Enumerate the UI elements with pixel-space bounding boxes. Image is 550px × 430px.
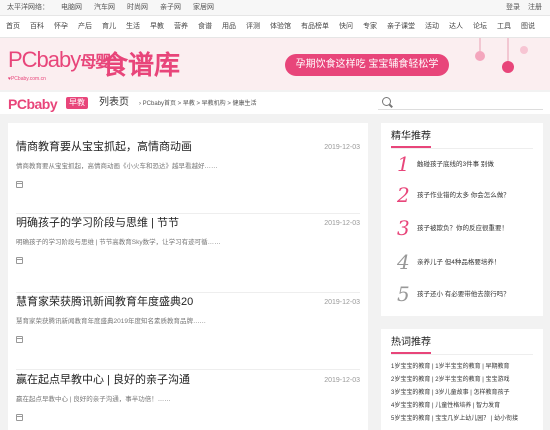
nav-item[interactable]: 评测 — [246, 22, 260, 32]
hot-words-row[interactable]: 4岁宝宝的教育 | 儿童性格培养 | 智力发育 — [391, 402, 500, 411]
article-date: 2019-12-03 — [324, 377, 360, 384]
nav-item[interactable]: 工具 — [497, 22, 511, 32]
nav-item[interactable]: 产后 — [78, 22, 92, 32]
nav-item[interactable]: 论坛 — [473, 22, 487, 32]
page-title: 列表页 — [99, 97, 129, 108]
recommend-item-text[interactable]: 触碰孩子底线的3件事 别做 — [417, 160, 494, 169]
recommend-item-text[interactable]: 孩子被欺负？你的反应很重要！ — [417, 224, 508, 233]
list-item[interactable]: 明确孩子的学习阶段与思维 | 节节 2019-12-03 明确孩子的学习阶段与思… — [16, 216, 360, 293]
nav-item[interactable]: 食谱 — [198, 22, 212, 32]
nav-item[interactable]: 早教 — [150, 22, 164, 32]
banner[interactable]: PCbaby母婴 ♥PCbaby.com.cn 食谱库 孕期饮食这样吃 宝宝辅食… — [0, 38, 550, 90]
main-nav: 首页 百科 怀孕 产后 育儿 生活 早教 营养 食谱 用品 评测 体验馆 有品榜单 快问 专家 亲子课堂 活动达… — [0, 16, 550, 38]
list-item[interactable]: 赢在起点早教中心 | 良好的亲子沟通 2019-12-03 赢在起点早教中心 |… — [16, 373, 360, 430]
banner-title: 食谱库 — [102, 51, 181, 81]
breadcrumb[interactable]: › PCbaby首页 > 早教 > 早教机构 > 健康生活 — [139, 100, 257, 108]
calendar-icon — [16, 336, 23, 343]
list-item[interactable]: 慧育家荣获腾讯新闻教育年度盛典20 2019-12-03 慧育家荣获腾讯新闻教育… — [16, 295, 360, 370]
banner-slogan: 孕期饮食这样吃 宝宝辅食轻松学 — [285, 54, 449, 76]
rank-number: 3 — [397, 216, 410, 240]
recommend-title: 精华推荐 — [391, 131, 431, 148]
calendar-icon — [16, 181, 23, 188]
nav-item[interactable]: 有品榜单 — [301, 22, 329, 32]
recommend-item[interactable]: 1 触碰孩子底线的3件事 别做 — [397, 153, 537, 179]
login-link[interactable]: 登录 — [506, 3, 520, 13]
site-link-parenting[interactable]: 亲子网 — [160, 3, 187, 13]
search-icon[interactable] — [382, 97, 391, 106]
nav-item[interactable]: 育儿 — [102, 22, 116, 32]
site-link-computer[interactable]: 电脑网 — [61, 3, 88, 13]
hot-words-row[interactable]: 5岁宝宝的教育 | 宝宝几岁上幼儿园？ | 幼小衔接 — [391, 415, 518, 424]
article-date: 2019-12-03 — [324, 299, 360, 306]
recommend-item[interactable]: 4 亲养儿子 但4种品格要培养！ — [397, 251, 537, 277]
article-title[interactable]: 情商教育要从宝宝抓起，高情商动画 — [16, 140, 192, 154]
site-link-auto[interactable]: 汽车网 — [94, 3, 121, 13]
article-summary: 明确孩子的学习阶段与思维 | 节节高教育Sky数学，让学习有迹可循…… — [16, 239, 221, 246]
site-link-home[interactable]: 家居网 — [193, 3, 220, 13]
list-item[interactable]: 情商教育要从宝宝抓起，高情商动画 2019-12-03 情商教育要从宝宝抓起，高… — [16, 140, 360, 214]
account-links: 登录 注册 — [506, 3, 542, 13]
nav-items: 首页 百科 怀孕 产后 育儿 生活 早教 营养 食谱 用品 评测 体验馆 有品榜单 快问 专家 亲子课堂 活动达… — [6, 22, 535, 32]
hot-words-row[interactable]: 2岁宝宝的教育 | 2岁半宝宝的教育 | 宝宝游戏 — [391, 376, 509, 385]
calendar-icon — [16, 414, 23, 421]
nav-item[interactable]: 活动 — [425, 22, 439, 32]
article-date: 2019-12-03 — [324, 144, 360, 151]
nav-item[interactable]: 图说 — [521, 22, 535, 32]
search-input[interactable] — [394, 97, 539, 108]
register-link[interactable]: 注册 — [528, 3, 542, 13]
article-summary: 慧育家荣获腾讯新闻教育年度盛典2019年度知名素质教育品牌…… — [16, 318, 206, 325]
hot-words-row[interactable]: 3岁宝宝的教育 | 3岁儿童故事 | 怎样教育孩子 — [391, 389, 509, 398]
nav-item[interactable]: 营养 — [174, 22, 188, 32]
nav-item[interactable]: 百科 — [30, 22, 44, 32]
article-summary: 情商教育要从宝宝抓起，高情商动画《小火车和恐达》越早看越好…… — [16, 163, 218, 170]
divider — [391, 354, 533, 355]
rank-number: 5 — [397, 282, 410, 306]
nav-item[interactable]: 专家 — [363, 22, 377, 32]
nav-item[interactable]: 怀孕 — [54, 22, 68, 32]
site-links: 太平洋网络： 电脑网 汽车网 时尚网 亲子网 家居网 — [7, 3, 226, 13]
site-logo[interactable]: PCbaby — [8, 96, 58, 112]
hot-words-title: 热词推荐 — [391, 337, 431, 354]
nav-item[interactable]: 首页 — [6, 22, 20, 32]
hot-words-row[interactable]: 1岁宝宝的教育 | 1岁半宝宝的教育 | 早期教育 — [391, 363, 509, 372]
article-summary: 赢在起点早教中心 | 良好的亲子沟通，事半功倍！…… — [16, 396, 171, 403]
channel-tag[interactable]: 早教 — [66, 97, 88, 109]
recommend-item-text[interactable]: 孩子作业错的太多 你会怎么做？ — [417, 191, 510, 200]
search-box[interactable] — [378, 96, 543, 110]
nav-item[interactable]: 体验馆 — [270, 22, 291, 32]
rank-number: 1 — [397, 152, 410, 176]
recommend-item[interactable]: 5 孩子还小 有必要带他去旅行吗？ — [397, 283, 537, 309]
article-title[interactable]: 赢在起点早教中心 | 良好的亲子沟通 — [16, 373, 190, 387]
banner-domain: ♥PCbaby.com.cn — [8, 76, 46, 82]
recommend-item-text[interactable]: 亲养儿子 但4种品格要培养！ — [417, 258, 500, 267]
nav-item[interactable]: 亲子课堂 — [387, 22, 415, 32]
article-list: 情商教育要从宝宝抓起，高情商动画 2019-12-03 情商教育要从宝宝抓起，高… — [8, 123, 368, 430]
nav-item[interactable]: 生活 — [126, 22, 140, 32]
rank-number: 2 — [397, 183, 410, 207]
article-date: 2019-12-03 — [324, 220, 360, 227]
nav-item[interactable]: 用品 — [222, 22, 236, 32]
balloon-decoration-icon — [475, 38, 528, 73]
calendar-icon — [16, 257, 23, 264]
rank-number: 4 — [397, 250, 410, 274]
recommend-item[interactable]: 2 孩子作业错的太多 你会怎么做？ — [397, 184, 537, 210]
recommend-panel: 精华推荐 1 触碰孩子底线的3件事 别做 2 孩子作业错的太多 你会怎么做？ 3… — [381, 123, 543, 316]
site-network-label: 太平洋网络： — [7, 4, 49, 11]
top-bar: 太平洋网络： 电脑网 汽车网 时尚网 亲子网 家居网 登录 注册 — [0, 0, 550, 16]
hot-words-panel: 热词推荐 1岁宝宝的教育 | 1岁半宝宝的教育 | 早期教育 2岁宝宝的教育 |… — [381, 329, 543, 430]
nav-item[interactable]: 达人 — [449, 22, 463, 32]
divider — [391, 148, 533, 149]
recommend-item-text[interactable]: 孩子还小 有必要带他去旅行吗？ — [417, 290, 510, 299]
banner-logo-pc: PCbaby — [8, 47, 81, 72]
breadcrumb-bar: PCbaby 早教 列表页 › PCbaby首页 > 早教 > 早教机构 > 健… — [0, 92, 550, 114]
nav-item[interactable]: 快问 — [339, 22, 353, 32]
banner-logo: PCbaby母婴 — [8, 47, 111, 73]
article-title[interactable]: 慧育家荣获腾讯新闻教育年度盛典20 — [16, 295, 193, 309]
site-link-fashion[interactable]: 时尚网 — [127, 3, 154, 13]
article-title[interactable]: 明确孩子的学习阶段与思维 | 节节 — [16, 216, 179, 230]
recommend-item[interactable]: 3 孩子被欺负？你的反应很重要！ — [397, 217, 537, 243]
